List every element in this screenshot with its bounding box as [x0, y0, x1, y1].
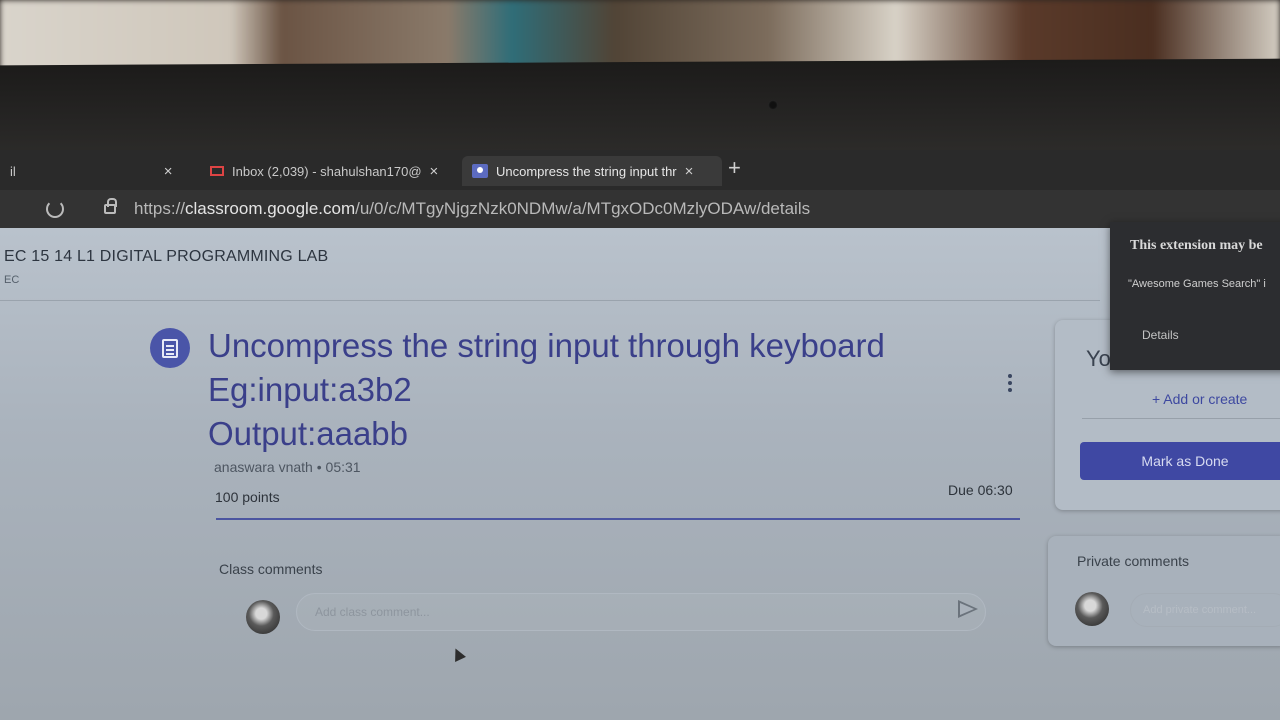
url-domain: classroom.google.com — [185, 199, 356, 218]
tab-partial[interactable]: il × — [0, 156, 183, 186]
url-text[interactable]: https://classroom.google.com/u/0/c/MTgyN… — [134, 199, 810, 219]
assignment-meta: anaswara vnath • 05:31 — [214, 459, 361, 475]
add-or-create-button[interactable]: + Add or create — [1152, 391, 1247, 407]
close-icon[interactable]: × — [685, 163, 694, 180]
close-icon[interactable]: × — [164, 163, 173, 180]
private-comments-label: Private comments — [1077, 553, 1190, 569]
private-comment-input[interactable] — [1130, 593, 1280, 627]
header-divider — [0, 300, 1100, 301]
title-line: Uncompress the string input through keyb… — [208, 327, 885, 364]
popup-title: This extension may be — [1130, 238, 1263, 253]
assignment-divider — [216, 518, 1020, 520]
title-line: Eg:input:a3b2 — [208, 371, 412, 408]
url-prefix: https:// — [134, 199, 186, 218]
meta-separator: • — [316, 459, 322, 475]
tab-label: Inbox (2,039) - shahulshan170@ — [232, 163, 422, 179]
class-section: EC — [4, 274, 20, 286]
laptop-bezel — [0, 58, 1280, 161]
tab-assignment[interactable]: Uncompress the string input thr × — [462, 156, 722, 186]
classroom-page: EC 15 14 L1 DIGITAL PROGRAMMING LAB EC U… — [0, 228, 1280, 720]
classroom-icon — [472, 164, 488, 178]
extension-warning-popup: This extension may be "Awesome Games Sea… — [1110, 222, 1280, 370]
new-tab-icon[interactable]: + — [728, 155, 741, 181]
webcam — [768, 100, 778, 110]
due-label: Due 06:30 — [948, 482, 1013, 498]
avatar — [1075, 592, 1109, 626]
class-comment-box[interactable] — [296, 593, 986, 631]
tab-label: il — [10, 163, 16, 179]
close-icon[interactable]: × — [430, 163, 439, 180]
mouse-cursor — [450, 646, 466, 662]
tab-label: Uncompress the string input thr — [496, 163, 677, 179]
posted-time: 05:31 — [325, 459, 361, 475]
tab-strip: il × Inbox (2,039) - shahulshan170@ × Un… — [0, 150, 1280, 190]
gmail-icon — [210, 166, 224, 176]
address-bar[interactable]: https://classroom.google.com/u/0/c/MTgyN… — [0, 190, 1280, 228]
more-options-icon[interactable] — [1008, 374, 1012, 394]
class-comments-label: Class comments — [219, 561, 323, 577]
class-header: EC 15 14 L1 DIGITAL PROGRAMMING LAB EC — [4, 248, 328, 286]
author-name: anaswara vnath — [214, 459, 313, 475]
url-path: /u/0/c/MTgyNjgzNzk0NDMw/a/MTgxODc0MzlyOD… — [355, 199, 811, 218]
class-comment-input[interactable] — [297, 594, 985, 630]
card-divider — [1082, 418, 1280, 419]
popup-body: "Awesome Games Search" i — [1128, 278, 1266, 290]
mark-as-done-button[interactable]: Mark as Done — [1080, 442, 1280, 480]
lock-icon[interactable] — [104, 198, 117, 214]
points-label: 100 points — [215, 489, 280, 505]
your-work-title: Yo — [1086, 346, 1111, 371]
send-icon[interactable] — [958, 600, 978, 618]
title-line: Output:aaabb — [208, 415, 408, 452]
avatar — [246, 600, 280, 634]
reload-icon[interactable] — [46, 200, 64, 218]
assignment-icon — [150, 328, 190, 368]
assignment-title: Uncompress the string input through keyb… — [208, 324, 968, 456]
details-button[interactable]: Details — [1142, 328, 1179, 342]
tab-inbox[interactable]: Inbox (2,039) - shahulshan170@ × — [200, 156, 448, 186]
class-title[interactable]: EC 15 14 L1 DIGITAL PROGRAMMING LAB — [4, 248, 328, 266]
